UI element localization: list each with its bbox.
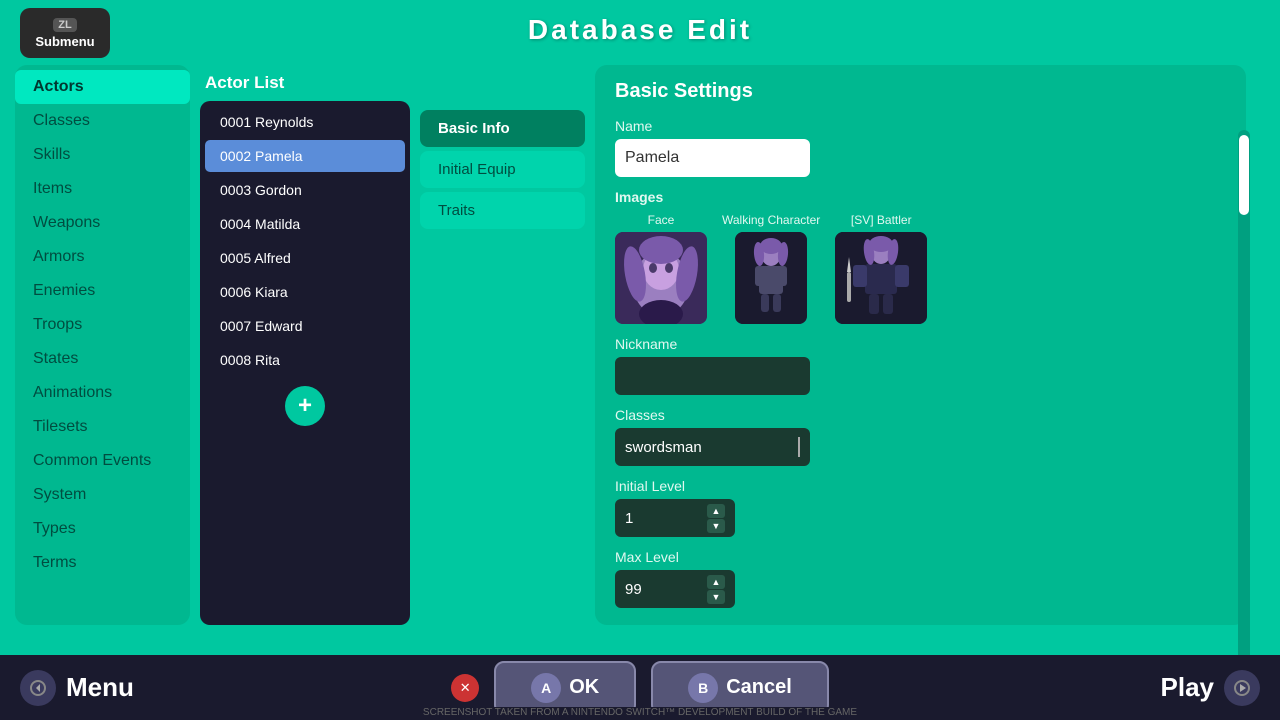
sidebar-item-troops[interactable]: Troops: [15, 308, 190, 342]
actor-item-0008[interactable]: 0008 Rita: [205, 344, 405, 376]
bottom-menu: Menu: [0, 670, 250, 706]
cancel-badge: B: [688, 673, 718, 703]
actor-item-0006[interactable]: 0006 Kiara: [205, 276, 405, 308]
face-label: Face: [648, 213, 675, 227]
walking-image-box[interactable]: Walking Character: [722, 213, 820, 324]
sidebar-item-enemies[interactable]: Enemies: [15, 274, 190, 308]
tab-basic-info[interactable]: Basic Info: [420, 110, 585, 147]
scrollbar-thumb[interactable]: [1239, 135, 1249, 215]
sidebar-item-states[interactable]: States: [15, 342, 190, 376]
tab-traits[interactable]: Traits: [420, 192, 585, 229]
max-level-down[interactable]: ▼: [707, 590, 725, 604]
name-label: Name: [615, 118, 1226, 134]
initial-level-value: 1: [625, 510, 633, 527]
classes-cursor: [798, 437, 800, 457]
menu-label: Menu: [66, 672, 134, 703]
x-close-button[interactable]: ✕: [451, 674, 479, 702]
max-level-label: Max Level: [615, 549, 1226, 565]
nickname-input[interactable]: [615, 357, 810, 395]
tab-panel-wrap: Basic Info Initial Equip Traits: [420, 65, 585, 229]
actor-item-0003[interactable]: 0003 Gordon: [205, 174, 405, 206]
tab-panel: Basic Info Initial Equip Traits: [420, 65, 585, 625]
menu-circle-left[interactable]: [20, 670, 56, 706]
play-circle-right[interactable]: [1224, 670, 1260, 706]
initial-level-up[interactable]: ▲: [707, 504, 725, 518]
max-level-spinner[interactable]: 99 ▲ ▼: [615, 570, 735, 608]
actor-list-panel: Actor List 0001 Reynolds 0002 Pamela 000…: [200, 65, 410, 625]
cancel-button[interactable]: B Cancel: [651, 661, 829, 715]
basic-settings-title: Basic Settings: [615, 80, 1226, 103]
face-image[interactable]: [615, 232, 707, 324]
sidebar-item-common-events[interactable]: Common Events: [15, 444, 190, 478]
sidebar-item-weapons[interactable]: Weapons: [15, 206, 190, 240]
tab-initial-equip[interactable]: Initial Equip: [420, 151, 585, 188]
sidebar-item-skills[interactable]: Skills: [15, 138, 190, 172]
ok-badge: A: [531, 673, 561, 703]
face-image-box[interactable]: Face: [615, 213, 707, 324]
battler-image[interactable]: [835, 232, 927, 324]
sidebar: Actors Classes Skills Items Weapons Armo…: [15, 65, 190, 625]
name-input[interactable]: [615, 139, 810, 177]
walking-image[interactable]: [735, 232, 807, 324]
cancel-label: Cancel: [726, 676, 792, 699]
walking-label: Walking Character: [722, 213, 820, 227]
actor-list-box: 0001 Reynolds 0002 Pamela 0003 Gordon 00…: [200, 101, 410, 625]
sidebar-item-system[interactable]: System: [15, 478, 190, 512]
classes-value: swordsman: [625, 439, 702, 456]
submenu-label: Submenu: [35, 34, 94, 49]
classes-input[interactable]: swordsman: [615, 428, 810, 466]
ok-label: OK: [569, 676, 599, 699]
sidebar-item-items[interactable]: Items: [15, 172, 190, 206]
submenu-badge: ZL: [53, 18, 76, 32]
max-level-value: 99: [625, 581, 642, 598]
images-row: Face: [615, 213, 1226, 324]
actor-item-0007[interactable]: 0007 Edward: [205, 310, 405, 342]
sidebar-item-armors[interactable]: Armors: [15, 240, 190, 274]
images-section: Images Face: [615, 189, 1226, 324]
classes-label: Classes: [615, 407, 1226, 423]
sidebar-item-animations[interactable]: Animations: [15, 376, 190, 410]
top-bar: ZL Submenu Database Edit: [0, 0, 1280, 60]
ok-button[interactable]: A OK: [494, 661, 636, 715]
max-level-up[interactable]: ▲: [707, 575, 725, 589]
bottom-right: Play: [1030, 670, 1280, 706]
bottom-bar: Menu ✕ A OK B Cancel Play SCREENSHOT TAK…: [0, 655, 1280, 720]
nickname-label: Nickname: [615, 336, 1226, 352]
sidebar-item-actors[interactable]: Actors: [15, 70, 190, 104]
scrollbar[interactable]: [1251, 65, 1265, 625]
add-actor-button[interactable]: +: [285, 386, 325, 426]
page-title: Database Edit: [528, 14, 752, 46]
sidebar-item-classes[interactable]: Classes: [15, 104, 190, 138]
battler-image-box[interactable]: [SV] Battler: [835, 213, 927, 324]
initial-level-down[interactable]: ▼: [707, 519, 725, 533]
actor-item-0005[interactable]: 0005 Alfred: [205, 242, 405, 274]
actor-list-title: Actor List: [200, 65, 410, 101]
scrollbar-track[interactable]: [1238, 130, 1250, 680]
initial-level-spinner[interactable]: 1 ▲ ▼: [615, 499, 735, 537]
main-content: Actors Classes Skills Items Weapons Armo…: [15, 65, 1265, 625]
bottom-center: ✕ A OK B Cancel: [250, 661, 1030, 715]
max-level-arrows[interactable]: ▲ ▼: [707, 575, 725, 604]
initial-level-label: Initial Level: [615, 478, 1226, 494]
actor-item-0004[interactable]: 0004 Matilda: [205, 208, 405, 240]
settings-panel: Basic Settings Name Images Face: [595, 65, 1246, 625]
initial-level-arrows[interactable]: ▲ ▼: [707, 504, 725, 533]
play-label: Play: [1161, 672, 1215, 703]
sidebar-item-types[interactable]: Types: [15, 512, 190, 546]
images-label: Images: [615, 189, 1226, 205]
actor-item-0002[interactable]: 0002 Pamela: [205, 140, 405, 172]
sidebar-item-tilesets[interactable]: Tilesets: [15, 410, 190, 444]
battler-label: [SV] Battler: [851, 213, 912, 227]
sidebar-item-terms[interactable]: Terms: [15, 546, 190, 580]
submenu-button[interactable]: ZL Submenu: [20, 8, 110, 58]
actor-item-0001[interactable]: 0001 Reynolds: [205, 106, 405, 138]
